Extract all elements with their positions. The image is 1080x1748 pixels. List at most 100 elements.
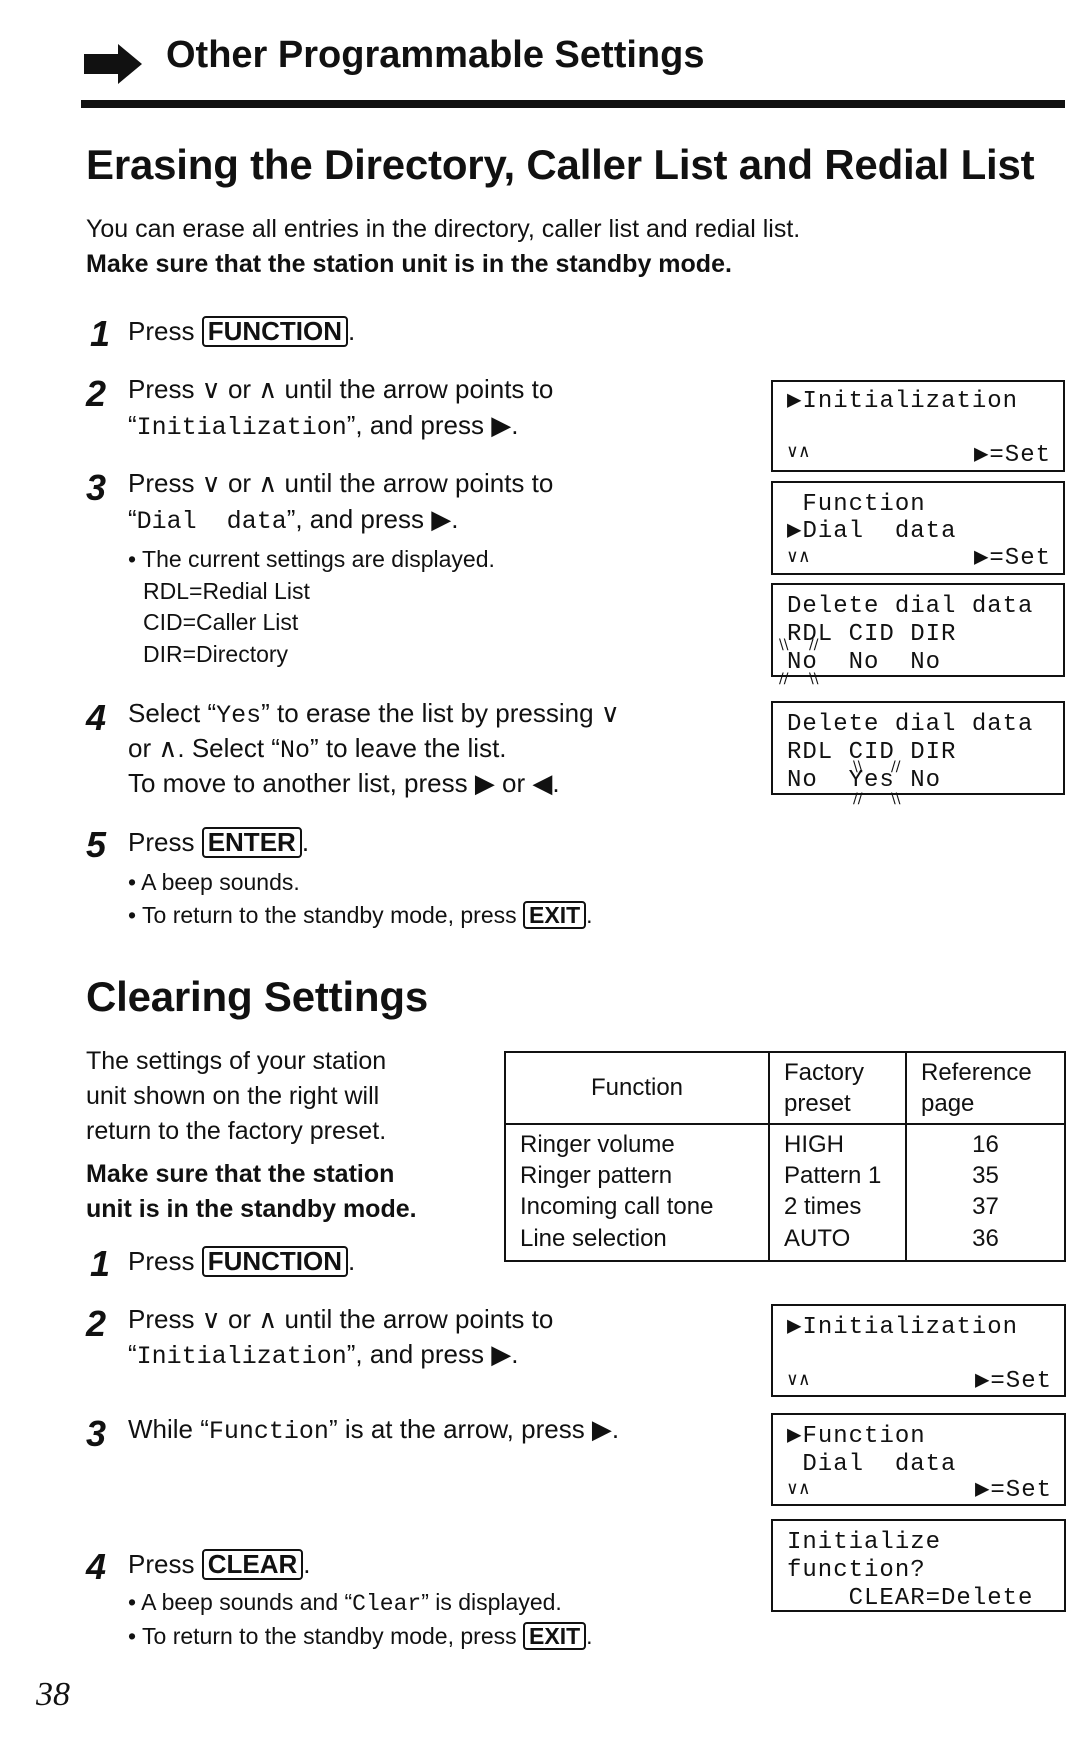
lcd-line: Initialize [787, 1529, 942, 1556]
blink-mark-icon: // [809, 637, 819, 653]
lcd-display-delete-rdl: Delete dial data RDL CID DIR No No No \\… [771, 583, 1065, 687]
blink-mark-icon: \\ [891, 791, 901, 807]
quote: “ [128, 504, 137, 534]
step-text: Press [128, 827, 202, 857]
clear-key: CLEAR [201, 1549, 304, 1581]
quote: “ [128, 410, 137, 440]
column-header-function: Function [504, 1052, 770, 1125]
bullet-text: • The current settings are displayed. [128, 546, 495, 572]
abbrev-dir: DIR=Directory [143, 641, 289, 667]
step-number: 4 [86, 1546, 107, 1587]
header-text: preset [784, 1090, 851, 1117]
column-header-factory-preset: Factory preset [768, 1052, 907, 1125]
bullet-exit: • To return to the standby mode, press E… [128, 901, 593, 930]
lcd-line: ▶Initialization [787, 1314, 1019, 1341]
step-5-text: Press ENTER. [128, 827, 309, 859]
section2-para-line: return to the factory preset. [86, 1117, 387, 1145]
lcd-display-dial-data: Function ▶Dial data ∨∧ ▶=Set [771, 481, 1065, 575]
step-text: ” is at the arrow, press ▶. [328, 1414, 620, 1444]
step-number: 1 [90, 313, 111, 354]
table-cell: 2 times [784, 1193, 862, 1221]
lcd-line: ▶Initialization [787, 388, 1019, 415]
lcd-display-initialize-function: Initialize function? CLEAR=Delete [771, 1519, 1066, 1612]
step-text: Press [128, 316, 202, 346]
step-text: While “ [128, 1414, 209, 1444]
bullet-text: • To return to the standby mode, press [128, 902, 524, 928]
section-header-title: Other Programmable Settings [166, 34, 705, 76]
lcd-line: Function [787, 491, 926, 518]
table-cell: Ringer volume [520, 1131, 675, 1158]
lcd-display-function: ▶Function Dial data ∨∧ ▶=Set [771, 1413, 1066, 1506]
section2-para-line: unit shown on the right will [86, 1082, 380, 1110]
section2-note-line: Make sure that the station [86, 1160, 395, 1188]
blink-mark-icon: // [779, 671, 789, 687]
lcd-display-initialization: ▶Initialization ∨∧ ▶=Set [771, 1304, 1066, 1397]
function-column: Ringer volume Ringer pattern Incoming ca… [504, 1124, 770, 1261]
s2-step-4-text: Press CLEAR. [128, 1549, 311, 1581]
lcd-nav-arrows: ∨∧ [787, 443, 811, 463]
s2-bullet-2: • To return to the standby mode, press E… [128, 1622, 593, 1651]
display-term: Initialization [136, 413, 347, 442]
table-header-row: Function Factory preset Reference page [504, 1052, 1066, 1125]
step-2-line1: Press ∨ or ∧ until the arrow points to [128, 374, 554, 404]
table-cell: HIGH [784, 1131, 844, 1158]
lcd-set-hint: ▶=Set [974, 1368, 1052, 1395]
header-text: Reference [921, 1058, 1032, 1086]
step-4-line2: or ∧. Select “No” to leave the list. [128, 735, 507, 763]
abbrev-cid: CID=Caller List [143, 609, 299, 635]
step-number: 5 [86, 824, 107, 865]
abbrev-rdl: RDL=Redial List [143, 578, 310, 604]
lcd-set-hint: ▶=Set [973, 442, 1051, 469]
bullet-text: . [586, 902, 593, 928]
display-term: Function [208, 1417, 329, 1446]
display-term: Dial data [136, 507, 287, 536]
step-number: 3 [86, 1413, 107, 1454]
step-4-line1: Select “Yes” to erase the list by pressi… [128, 700, 620, 728]
step-text: . [303, 1549, 311, 1579]
step-number: 2 [86, 1303, 107, 1344]
exit-key: EXIT [523, 1622, 587, 1651]
table-cell: 36 [972, 1224, 999, 1252]
s2-step-1-text: Press FUNCTION. [128, 1246, 355, 1278]
section2-para-line: The settings of your station [86, 1047, 387, 1075]
page-column: 16 35 37 36 [905, 1124, 1066, 1261]
table-cell: Line selection [520, 1224, 667, 1252]
table-cell: Ringer pattern [520, 1162, 673, 1190]
right-arrow-icon [84, 44, 142, 84]
section1-intro: You can erase all entries in the directo… [86, 215, 801, 243]
table-cell: AUTO [784, 1224, 851, 1252]
section2-title: Clearing Settings [86, 973, 428, 1020]
lcd-set-hint: ▶=Set [973, 545, 1051, 572]
lcd-line: Delete dial data [787, 711, 1034, 738]
table-cell: 37 [972, 1193, 999, 1221]
header-divider [81, 100, 1065, 108]
step-number: 3 [86, 467, 107, 508]
step-3-line1: Press ∨ or ∧ until the arrow points to [128, 468, 554, 498]
column-header-reference-page: Reference page [905, 1052, 1066, 1125]
step-text: ”, and press ▶. [346, 1339, 519, 1369]
step-2-line2: “Initialization”, and press ▶. [128, 412, 518, 440]
step-number: 1 [90, 1243, 111, 1284]
step-text: Select “ [128, 698, 217, 728]
header-text: Function [590, 1074, 684, 1102]
lcd-line: Delete dial data [787, 593, 1034, 620]
bullet-text: . [586, 1623, 593, 1649]
step-text: ”, and press ▶. [346, 410, 519, 440]
table-cell: Pattern 1 [784, 1162, 882, 1190]
lcd-nav-arrows: ∨∧ [787, 1371, 811, 1391]
page-number: 38 [36, 1676, 70, 1713]
lcd-line: RDL CID DIR [787, 739, 957, 766]
lcd-line: No Yes No [787, 767, 942, 794]
display-term: Initialization [136, 1342, 347, 1371]
step-1-text: Press FUNCTION. [128, 316, 355, 348]
lcd-display-initialization: ▶Initialization ∨∧ ▶=Set [771, 380, 1065, 472]
bullet-text: • A beep sounds. [128, 869, 300, 895]
s2-bullet-1: • A beep sounds and “Clear” is displayed… [128, 1591, 562, 1616]
table-cell: Incoming call tone [520, 1193, 714, 1221]
step-text: Press [128, 1246, 202, 1276]
s2-step-2-line2: “Initialization”, and press ▶. [128, 1341, 518, 1369]
header-text: Factory [784, 1058, 865, 1086]
quote: “ [128, 1339, 137, 1369]
blink-mark-icon: \\ [809, 671, 819, 687]
step-text: or ∧. Select “ [128, 733, 280, 763]
